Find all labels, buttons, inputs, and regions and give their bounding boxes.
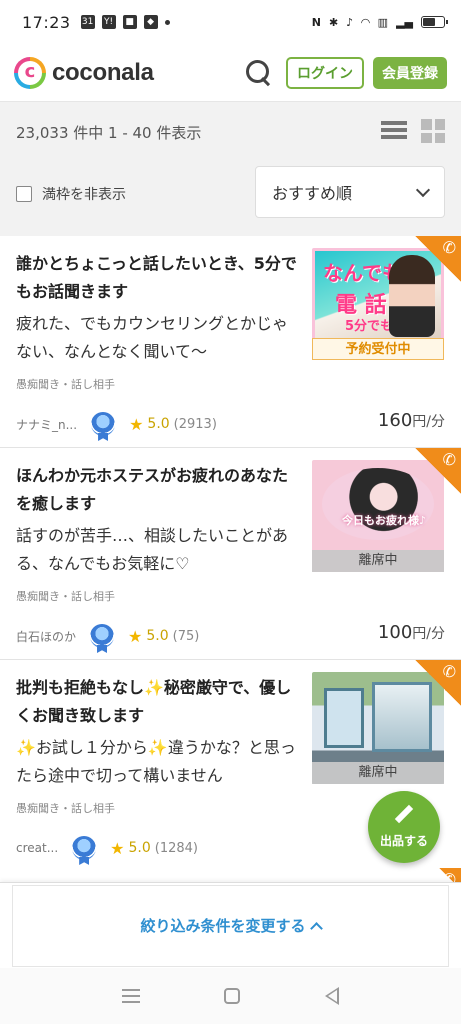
hide-full-checkbox[interactable] [16, 186, 32, 202]
listing-category: 愚痴聞き・話し相手 [16, 378, 115, 391]
availability-status: 予約受付中 [312, 338, 444, 360]
post-service-label: 出品する [379, 834, 428, 848]
nfc-icon: N [311, 15, 321, 29]
availability-status: 離席中 [312, 550, 444, 572]
rating: ★ 5.0 (2913) [129, 415, 217, 434]
seller-name[interactable]: ナナミ_n... [16, 416, 77, 433]
review-count: (75) [172, 628, 200, 644]
signup-button[interactable]: 会員登録 [373, 56, 447, 89]
seller-name[interactable]: 白石ほのか [16, 628, 76, 645]
chevron-down-icon [415, 182, 431, 197]
rating-value: 5.0 [128, 840, 151, 856]
notification-icons: 31 Y! ■ ◆ [80, 15, 170, 29]
sort-dropdown[interactable]: おすすめ順 [255, 166, 445, 218]
seller-name[interactable]: creat... [16, 841, 58, 855]
site-header: coconala ログイン 会員登録 [0, 44, 461, 102]
rank-badge-icon [90, 624, 115, 648]
bluetooth-icon: ✱ [328, 15, 339, 29]
status-bar: 17:23 31 Y! ■ ◆ N ✱ ♪ ◠ ▥ ▂▄ [0, 0, 461, 44]
signal-icon: ▂▄ [396, 15, 413, 29]
filter-bar: 23,033 件中 1 - 40 件表示 満枠を非表示 おすすめ順 [0, 102, 461, 236]
system-icons: N ✱ ♪ ◠ ▥ ▂▄ [311, 15, 448, 29]
chevron-up-icon [309, 921, 323, 935]
bottom-filter-bar: 絞り込み条件を変更する [0, 882, 461, 968]
grid-view-icon[interactable] [421, 119, 445, 143]
listing-title[interactable]: 批判も拒絶もなし✨秘密厳守で、優しくお聞き致します [16, 674, 302, 730]
post-service-button[interactable]: 出品する [368, 791, 440, 863]
volte-icon: ▥ [377, 15, 389, 29]
phone-icon [415, 236, 461, 282]
listing-card[interactable]: ほんわか元ホステスがお疲れのあなたを癒します 話すのが苦手…、相談したいことがあ… [0, 448, 461, 660]
listing-category: 愚痴聞き・話し相手 [16, 802, 115, 815]
seller-info: creat... ★ 5.0 (1284) [16, 836, 198, 860]
phone-icon [415, 448, 461, 494]
calendar-icon: 31 [80, 15, 95, 29]
listing-category: 愚痴聞き・話し相手 [16, 590, 115, 603]
availability-status: 離席中 [312, 762, 444, 784]
listing-price: 100円/分 [377, 622, 445, 643]
star-icon: ★ [129, 414, 144, 434]
phone-icon [431, 868, 461, 889]
battery-icon [421, 16, 448, 28]
seller-info: 白石ほのか ★ 5.0 (75) [16, 624, 199, 648]
change-filter-label: 絞り込み条件を変更する [140, 917, 306, 935]
login-button[interactable]: ログイン [286, 56, 364, 89]
star-icon: ★ [110, 838, 125, 858]
system-nav-bar [0, 968, 461, 1024]
rating-value: 5.0 [146, 628, 169, 644]
review-count: (1284) [154, 840, 198, 856]
star-icon: ★ [128, 626, 143, 646]
hide-full-label: 満枠を非表示 [42, 187, 126, 203]
result-count: 23,033 件中 1 - 40 件表示 [16, 124, 202, 142]
yahoo-icon: Y! [101, 15, 116, 29]
wifi-icon: ◠ [361, 15, 370, 29]
next-listing-peek [0, 868, 461, 889]
listing-description: ✨お試し１分から✨違うかな？と思ったら途中で切って構いません [16, 738, 296, 785]
logo-text: coconala [52, 58, 154, 86]
home-icon[interactable] [224, 988, 241, 1004]
mute-icon: ♪ [346, 15, 354, 29]
sort-selected-value: おすすめ順 [272, 184, 353, 203]
listing-card[interactable]: 誰かとちょこっと話したいとき、5分でもお話聞きます 疲れた、でもカウンセリングと… [0, 236, 461, 448]
listing-description: 疲れた、でもカウンセリングとかじゃない、なんとなく聞いて〜 [16, 314, 289, 361]
rating-value: 5.0 [147, 416, 170, 432]
coconala-logo[interactable]: coconala [14, 56, 154, 89]
phone-icon [415, 660, 461, 706]
listing-price: 160円/分 [377, 410, 445, 431]
listing-title[interactable]: 誰かとちょこっと話したいとき、5分でもお話聞きます [16, 250, 302, 306]
search-icon[interactable] [244, 58, 274, 88]
pencil-icon [394, 803, 414, 823]
listing-title[interactable]: ほんわか元ホステスがお疲れのあなたを癒します [16, 462, 302, 518]
rating: ★ 5.0 (75) [128, 627, 199, 646]
change-filter-button[interactable]: 絞り込み条件を変更する [12, 884, 449, 967]
list-view-icon[interactable] [381, 119, 407, 141]
note-icon: ■ [122, 15, 137, 29]
review-count: (2913) [173, 416, 217, 432]
logo-mark-icon [14, 56, 46, 89]
seller-info: ナナミ_n... ★ 5.0 (2913) [16, 412, 217, 436]
hide-full-toggle[interactable]: 満枠を非表示 [16, 184, 126, 204]
listing-description: 話すのが苦手…、相談したいことがある、なんでもお気軽に♡ [16, 526, 289, 573]
rank-badge-icon [72, 836, 97, 860]
recent-apps-icon[interactable] [122, 989, 141, 1003]
rank-badge-icon [91, 412, 116, 436]
rating: ★ 5.0 (1284) [110, 839, 198, 858]
app-icon: ◆ [143, 15, 158, 29]
dot-icon [164, 19, 170, 25]
back-icon[interactable] [324, 987, 339, 1005]
status-time: 17:23 [22, 12, 71, 32]
